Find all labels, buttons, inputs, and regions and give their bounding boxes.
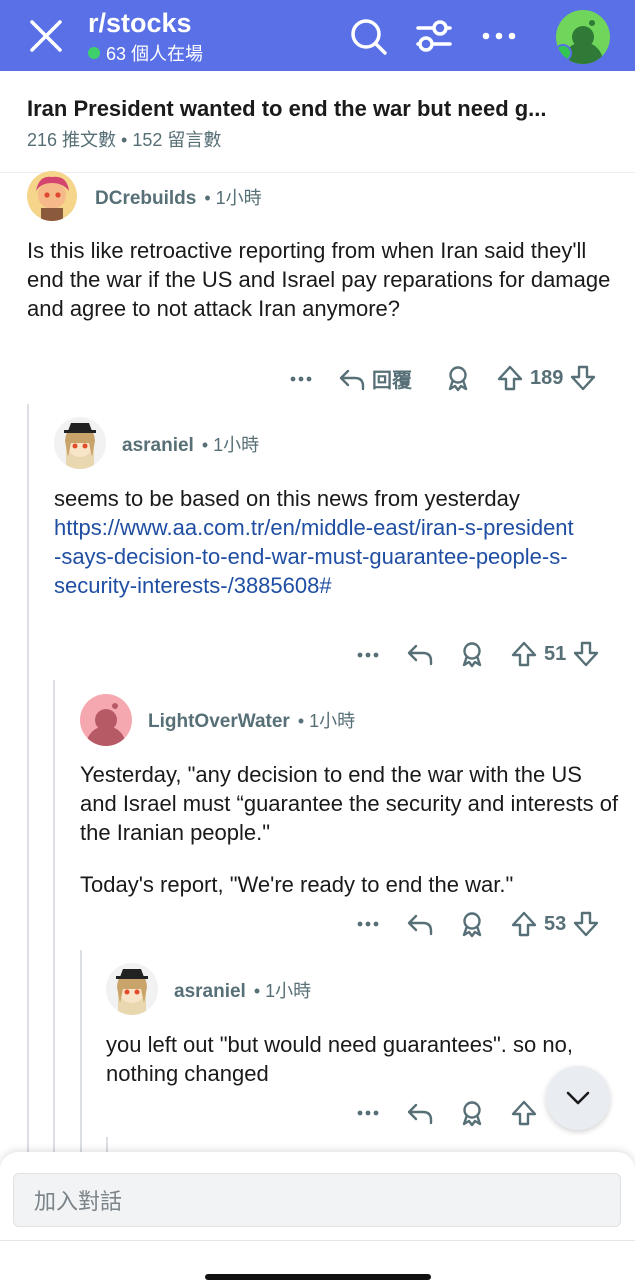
online-count: 63 個人在場: [88, 40, 203, 66]
reply-label: 回覆: [372, 370, 412, 392]
comment-time: • 1小時: [297, 711, 356, 731]
avatar[interactable]: [80, 694, 132, 746]
divider: [0, 1240, 635, 1241]
comment-text: Yesterday, "any decision to end the war …: [80, 762, 619, 845]
comment-body: Yesterday, "any decision to end the war …: [80, 760, 620, 899]
news-link[interactable]: https://www.aa.com.tr/en/middle-east/ira…: [54, 513, 574, 600]
avatar[interactable]: [54, 417, 106, 469]
upvote-icon[interactable]: [510, 1099, 538, 1127]
vote-controls: 51: [510, 640, 600, 668]
award-icon[interactable]: [444, 364, 472, 392]
more-options-icon[interactable]: [477, 14, 521, 58]
online-indicator-icon: [88, 47, 100, 59]
downvote-icon[interactable]: [569, 364, 597, 392]
upvote-icon[interactable]: [510, 640, 538, 668]
avatar[interactable]: [27, 171, 77, 221]
upvote-icon[interactable]: [496, 364, 524, 392]
username[interactable]: asraniel: [174, 981, 246, 1003]
more-options-icon[interactable]: [355, 1100, 381, 1126]
next-comment-button[interactable]: [546, 1066, 610, 1130]
comment-body: you left out "but would need guarantees"…: [106, 1032, 573, 1086]
comment-time: • 1小時: [253, 981, 312, 1001]
divider: [0, 172, 635, 173]
thread-line[interactable]: [106, 1137, 108, 1152]
avatar[interactable]: [106, 963, 158, 1015]
comment-header: asraniel • 1小時: [174, 977, 311, 1003]
chevron-down-icon: [566, 1091, 590, 1105]
online-count-label: 63 個人在場: [106, 44, 204, 64]
username[interactable]: LightOverWater: [148, 711, 290, 733]
reply-button[interactable]: 回覆: [338, 364, 412, 393]
more-options-icon[interactable]: [355, 642, 381, 668]
post-stats: 216 推文數 • 152 留言數: [27, 130, 222, 150]
comment-body: Is this like retroactive reporting from …: [27, 238, 611, 321]
thread-line[interactable]: [80, 950, 82, 1152]
comment-time: • 1小時: [201, 435, 260, 455]
comment-body: seems to be based on this news from yest…: [54, 484, 624, 600]
filter-icon[interactable]: [412, 14, 456, 58]
add-comment-placeholder: 加入對話: [34, 1189, 123, 1214]
vote-controls: 53: [510, 910, 600, 938]
add-comment-input[interactable]: 加入對話: [13, 1173, 621, 1227]
subreddit-name[interactable]: r/stocks: [88, 8, 192, 39]
comment-header: DCrebuilds • 1小時: [95, 184, 262, 210]
post-title[interactable]: Iran President wanted to end the war but…: [27, 96, 612, 122]
comment-text: Today's report, "We're ready to end the …: [80, 872, 514, 897]
comment-text: seems to be based on this news from yest…: [54, 486, 520, 511]
search-icon[interactable]: [346, 14, 390, 58]
vote-count: 51: [544, 642, 567, 665]
user-avatar[interactable]: [556, 10, 610, 64]
vote-count: 53: [544, 912, 567, 935]
thread-line[interactable]: [53, 680, 55, 1152]
more-options-icon[interactable]: [355, 911, 381, 937]
comment-time: • 1小時: [204, 188, 262, 208]
close-icon[interactable]: [24, 14, 68, 58]
vote-count: 189: [530, 366, 564, 389]
reply-icon[interactable]: [406, 1099, 434, 1127]
reply-icon: [339, 369, 365, 390]
award-icon[interactable]: [458, 640, 486, 668]
downvote-icon[interactable]: [572, 910, 600, 938]
reply-icon[interactable]: [406, 640, 434, 668]
comment-header: asraniel • 1小時: [122, 431, 259, 457]
thread-line[interactable]: [27, 404, 29, 1152]
username[interactable]: DCrebuilds: [95, 188, 196, 210]
vote-controls: 189: [496, 364, 597, 392]
downvote-icon[interactable]: [572, 640, 600, 668]
more-options-icon[interactable]: [288, 366, 314, 392]
username[interactable]: asraniel: [122, 435, 194, 457]
home-indicator: [205, 1274, 431, 1280]
comment-header: LightOverWater • 1小時: [148, 707, 355, 733]
award-icon[interactable]: [458, 1099, 486, 1127]
reply-icon[interactable]: [406, 910, 434, 938]
award-icon[interactable]: [458, 910, 486, 938]
upvote-icon[interactable]: [510, 910, 538, 938]
